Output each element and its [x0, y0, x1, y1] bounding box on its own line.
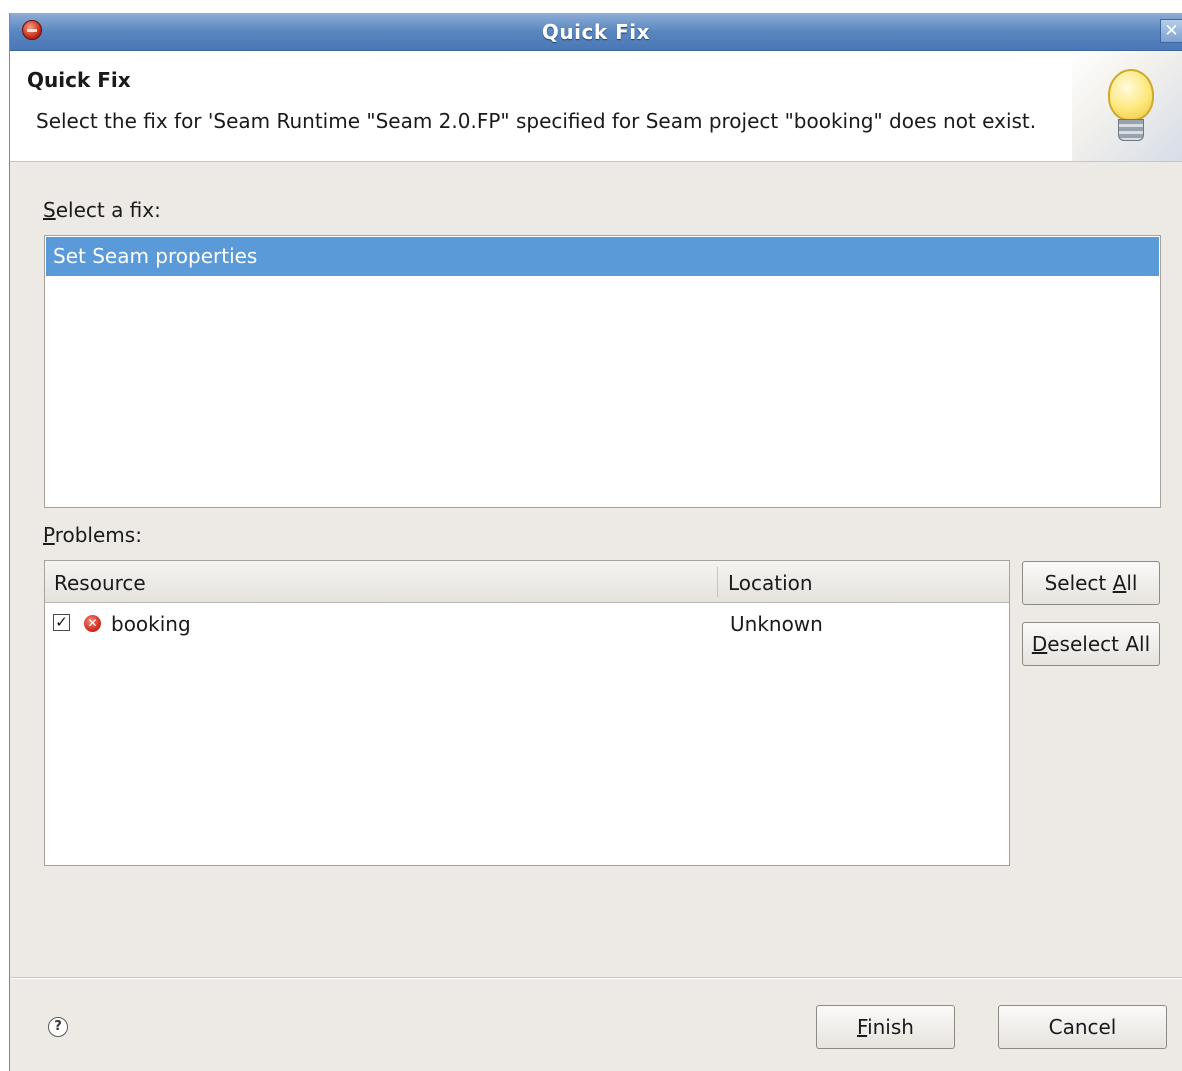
close-button[interactable]: ✕	[1160, 19, 1182, 43]
column-header-location[interactable]: Location	[728, 571, 813, 595]
error-icon: ✕	[84, 615, 101, 632]
quick-fix-dialog: Quick Fix ✕ Quick Fix Select the fix for…	[9, 13, 1182, 1071]
help-icon[interactable]: ?	[48, 1017, 68, 1037]
table-header: Resource Location	[45, 561, 1009, 603]
column-header-resource[interactable]: Resource	[54, 571, 146, 595]
footer-separator	[10, 977, 1182, 979]
window-title: Quick Fix	[541, 20, 651, 44]
column-divider[interactable]	[717, 567, 718, 597]
fix-list[interactable]: Set Seam properties	[44, 235, 1161, 508]
select-fix-label: Select a fix:	[43, 198, 161, 222]
problem-checkbox[interactable]: ✓	[53, 614, 70, 631]
finish-button[interactable]: Finish	[816, 1005, 955, 1049]
cancel-button[interactable]: Cancel	[998, 1005, 1167, 1049]
location-cell: Unknown	[730, 612, 823, 636]
problems-table[interactable]: Resource Location ✓ ✕ booking Unknown	[44, 560, 1010, 866]
problems-label: Problems:	[43, 523, 142, 547]
header-banner-image	[1072, 51, 1182, 161]
select-all-button[interactable]: Select All	[1022, 561, 1160, 605]
lightbulb-base	[1118, 119, 1144, 141]
resource-cell: booking	[111, 612, 191, 636]
fix-item-set-seam-properties[interactable]: Set Seam properties	[46, 237, 1159, 276]
table-row[interactable]: ✓ ✕ booking Unknown	[45, 603, 1009, 643]
lightbulb-icon	[1108, 69, 1154, 121]
title-bar[interactable]: Quick Fix ✕	[10, 13, 1182, 51]
header-message: Select the fix for 'Seam Runtime "Seam 2…	[36, 109, 1037, 133]
dialog-header: Quick Fix Select the fix for 'Seam Runti…	[10, 51, 1182, 162]
header-title: Quick Fix	[27, 68, 131, 92]
deselect-all-button[interactable]: Deselect All	[1022, 622, 1160, 666]
